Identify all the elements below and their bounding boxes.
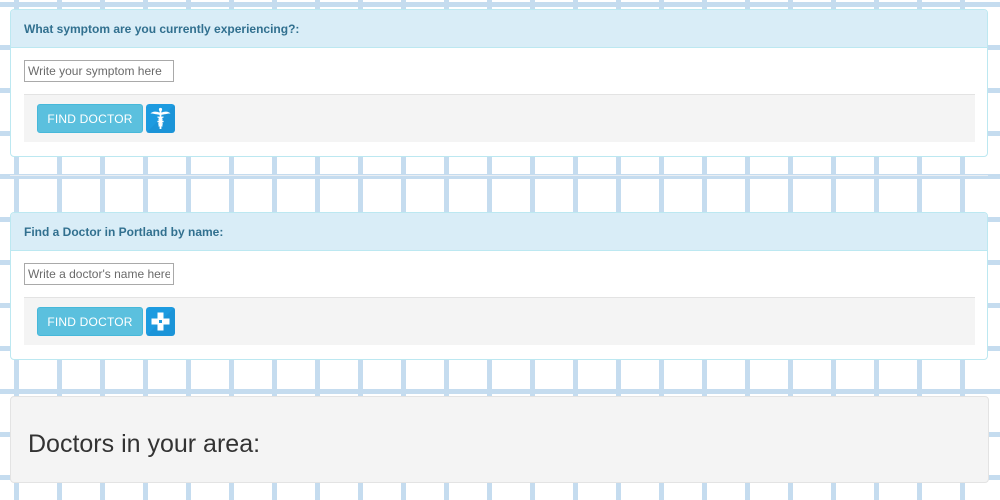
- find-doctor-by-symptom-button[interactable]: FIND DOCTOR: [37, 104, 143, 133]
- name-search-panel: Find a Doctor in Portland by name: FIND …: [10, 212, 988, 360]
- medical-cross-icon[interactable]: [146, 307, 175, 336]
- doctors-area-title: Doctors in your area:: [28, 430, 261, 458]
- symptom-input[interactable]: [24, 60, 174, 82]
- name-panel-body: FIND DOCTOR: [11, 251, 987, 359]
- symptom-panel-heading: What symptom are you currently experienc…: [11, 10, 987, 48]
- symptom-action-well: FIND DOCTOR: [24, 95, 975, 142]
- symptom-panel-title: What symptom are you currently experienc…: [24, 21, 300, 36]
- find-doctor-by-name-button[interactable]: FIND DOCTOR: [37, 307, 143, 336]
- section-separator: [10, 175, 988, 176]
- name-panel-heading: Find a Doctor in Portland by name:: [11, 213, 987, 251]
- name-panel-title: Find a Doctor in Portland by name:: [24, 224, 224, 239]
- symptom-panel-body: FIND DOCTOR: [11, 48, 987, 156]
- name-action-well: FIND DOCTOR: [24, 298, 975, 345]
- caduceus-icon[interactable]: [146, 104, 175, 133]
- doctors-area-section: Doctors in your area:: [10, 396, 989, 483]
- symptom-search-panel: What symptom are you currently experienc…: [10, 9, 988, 157]
- doctor-name-input[interactable]: [24, 263, 174, 285]
